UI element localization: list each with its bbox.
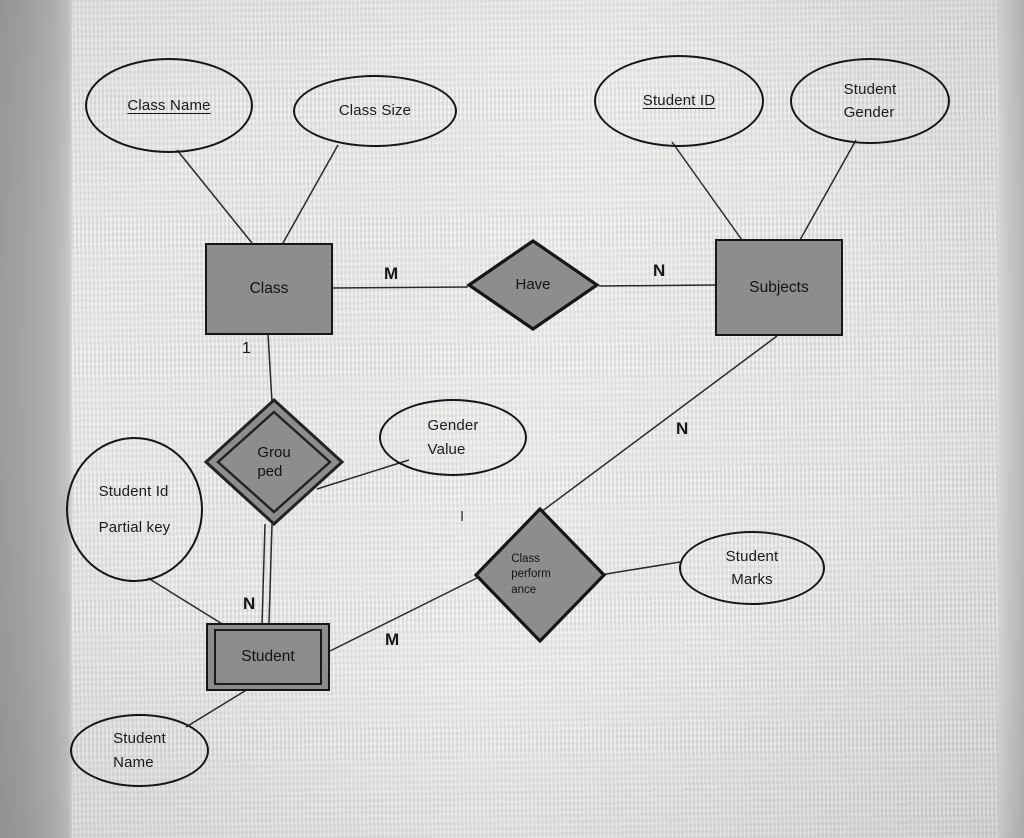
attribute-student-name-line1: Student xyxy=(113,730,166,748)
attribute-student-gender[interactable]: Student Gender xyxy=(790,58,950,144)
link-studentname-student xyxy=(185,685,254,728)
attribute-student-name[interactable]: Student Name xyxy=(70,714,209,787)
attribute-class-name-label: Class Name xyxy=(127,96,211,114)
entity-student-label: Student xyxy=(241,648,295,665)
cardinality-student-classperf: M xyxy=(385,630,400,649)
attribute-class-name[interactable]: Class Name xyxy=(85,58,253,153)
cardinality-subjects-classperf: N xyxy=(676,419,689,438)
attribute-student-name-line2: Name xyxy=(113,753,154,771)
link-student-classperf xyxy=(329,571,490,652)
link-studentid-subjects xyxy=(671,141,743,241)
relationship-grouped[interactable]: Grou ped xyxy=(203,397,345,527)
link-classperf-studentmarks xyxy=(599,561,681,576)
attribute-partial-line1: Student Id xyxy=(98,482,169,500)
link-have-subjects xyxy=(598,284,716,287)
link-subjects-classperf xyxy=(540,335,778,513)
cardinality-have-subjects: N xyxy=(653,261,666,280)
attribute-gender-value[interactable]: Gender Value xyxy=(379,399,527,476)
attribute-student-name-label: Student Name xyxy=(113,727,166,774)
attribute-student-gender-label: Student Gender xyxy=(844,78,897,125)
relationship-have[interactable]: Have xyxy=(466,239,600,331)
attribute-partial-line2: Partial key xyxy=(98,518,171,536)
entity-subjects[interactable]: Subjects xyxy=(715,239,843,336)
cardinality-class-grouped: 1 xyxy=(242,340,252,357)
entity-class[interactable]: Class xyxy=(205,243,333,335)
er-diagram-canvas: Class Name Class Size Student ID Student… xyxy=(0,0,1024,838)
cardinality-classperf-left: I xyxy=(460,508,465,525)
attribute-student-id-label: Student ID xyxy=(642,92,716,110)
attribute-gender-value-label: Gender Value xyxy=(428,414,479,461)
attribute-student-id[interactable]: Student ID xyxy=(594,55,764,147)
link-classname-class xyxy=(176,149,253,244)
attribute-student-gender-line2: Gender xyxy=(843,104,895,121)
er-diagram-screenshot: Class Name Class Size Student ID Student… xyxy=(0,0,1024,838)
attribute-student-marks-label: Student Marks xyxy=(726,545,779,592)
cardinality-class-have: M xyxy=(384,264,399,283)
attribute-class-size[interactable]: Class Size xyxy=(293,75,457,147)
attribute-student-marks-line1: Student xyxy=(725,547,779,565)
entity-student-inner-border: Student xyxy=(214,629,322,685)
relationship-class-performance[interactable]: Class perform ance xyxy=(473,506,607,644)
link-studentgender-subjects xyxy=(799,139,857,241)
entity-subjects-label: Subjects xyxy=(749,278,809,296)
entity-class-label: Class xyxy=(249,280,289,297)
attribute-class-size-label: Class Size xyxy=(338,102,412,120)
entity-student[interactable]: Student xyxy=(206,623,330,691)
attribute-student-id-partial-key[interactable]: Student Id Partial key xyxy=(66,437,203,582)
link-classsize-class xyxy=(282,144,339,244)
link-class-grouped xyxy=(267,333,273,403)
attribute-gender-value-line1: Gender xyxy=(427,417,479,435)
attribute-student-gender-line1: Student xyxy=(843,80,897,98)
attribute-student-marks-line2: Marks xyxy=(731,571,773,588)
link-grouped-student-b xyxy=(268,523,273,625)
attribute-student-marks[interactable]: Student Marks xyxy=(679,531,825,605)
attribute-student-id-partial-key-label: Student Id Partial key xyxy=(99,474,171,546)
attribute-gender-value-line2: Value xyxy=(427,440,466,458)
cardinality-grouped-student: N xyxy=(243,594,256,613)
link-class-have xyxy=(331,286,469,289)
link-grouped-student-a xyxy=(261,523,266,625)
